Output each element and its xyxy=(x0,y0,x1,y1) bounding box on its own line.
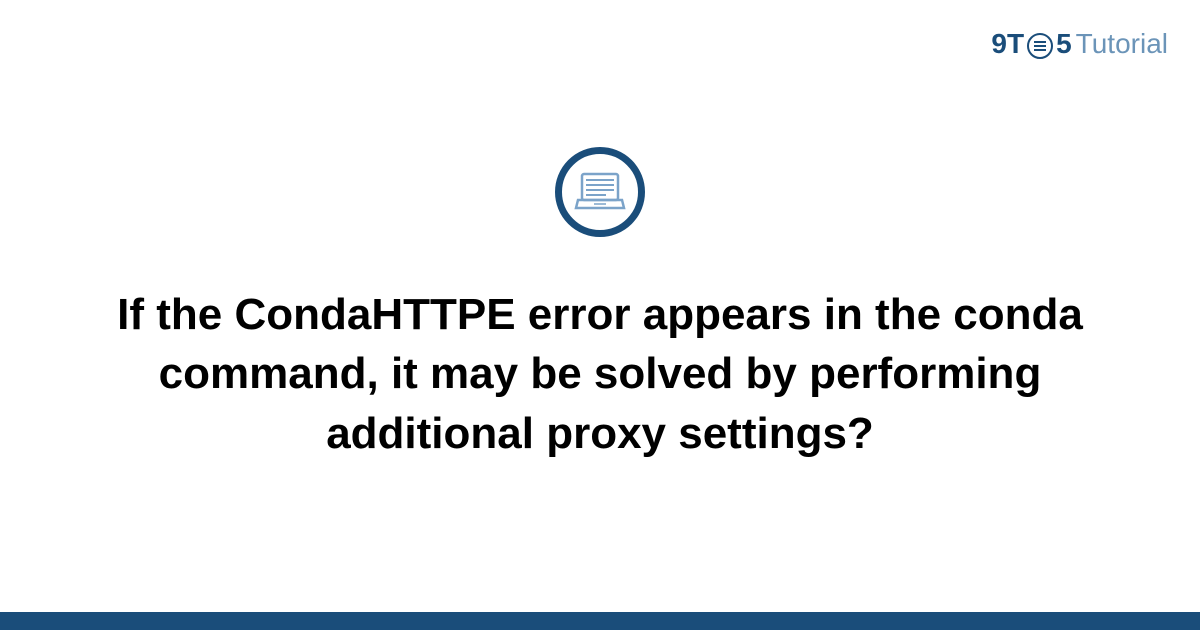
laptop-icon xyxy=(555,147,645,237)
footer-accent-bar xyxy=(0,612,1200,630)
article-title: If the CondaHTTPE error appears in the c… xyxy=(90,285,1110,463)
main-content: If the CondaHTTPE error appears in the c… xyxy=(0,0,1200,630)
article-icon-wrapper xyxy=(555,147,645,237)
